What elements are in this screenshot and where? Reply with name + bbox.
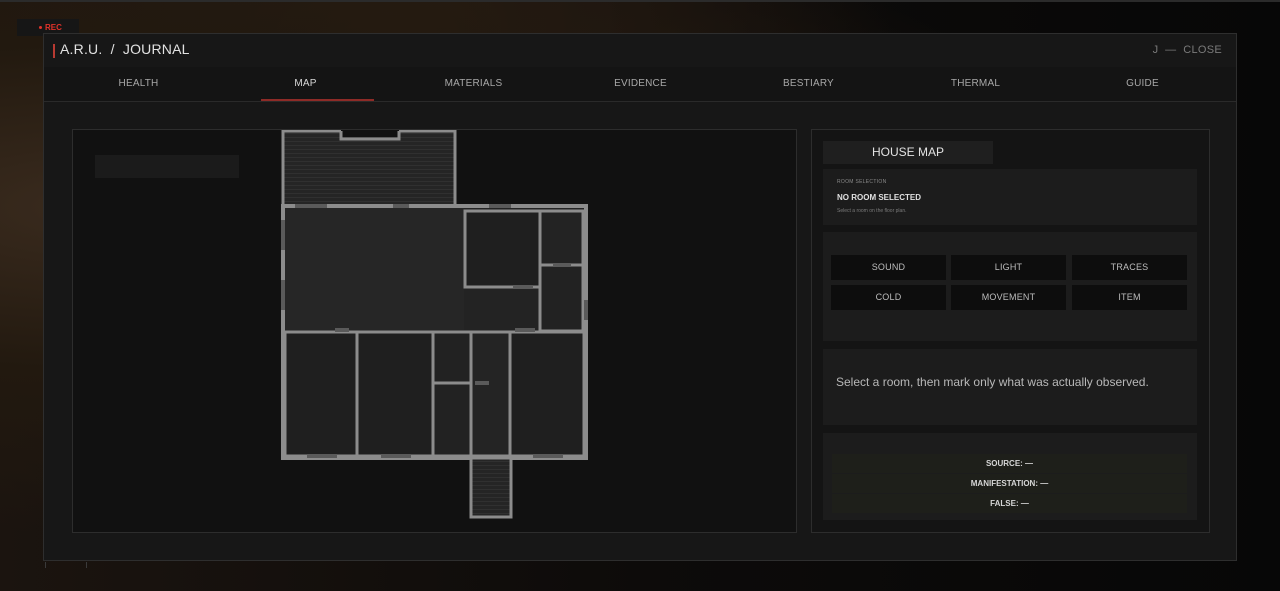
observation-light-button[interactable]: LIGHT xyxy=(951,255,1066,280)
header-accent-bar xyxy=(53,44,55,58)
room-selection-caption: ROOM SELECTION xyxy=(837,179,887,185)
room-living[interactable] xyxy=(285,208,464,330)
floor-plan-view xyxy=(72,129,797,533)
room-closet[interactable] xyxy=(431,330,473,385)
room-hallway[interactable] xyxy=(469,330,512,458)
journal-header: A.R.U. / JOURNAL J — CLOSE xyxy=(44,34,1236,68)
observation-movement-button[interactable]: MOVEMENT xyxy=(951,285,1066,310)
instruction-text: Select a room, then mark only what was a… xyxy=(836,375,1149,389)
observation-item-button[interactable]: ITEM xyxy=(1072,285,1187,310)
tab-bestiary[interactable]: BESTIARY xyxy=(725,67,892,101)
tab-map[interactable]: MAP xyxy=(222,67,389,101)
observation-grid: SOUND LIGHT TRACES COLD MOVEMENT ITEM xyxy=(823,232,1197,341)
tab-health[interactable]: HEALTH xyxy=(55,67,222,101)
summary-manifestation: MANIFESTATION: — xyxy=(832,474,1187,493)
record-dot-icon xyxy=(39,26,42,29)
close-button[interactable]: J — CLOSE xyxy=(1153,44,1222,56)
journal-title: A.R.U. / JOURNAL xyxy=(60,41,190,57)
panel-corner-bracket xyxy=(45,562,87,568)
room-bedroom-1[interactable] xyxy=(283,330,359,458)
top-border xyxy=(0,0,1280,2)
journal-panel: A.R.U. / JOURNAL J — CLOSE HEALTH MAP MA… xyxy=(43,33,1237,561)
floor-plan xyxy=(281,130,588,519)
tab-evidence[interactable]: EVIDENCE xyxy=(557,67,724,101)
room-north-porch[interactable] xyxy=(281,130,457,208)
room-kitchen[interactable] xyxy=(463,209,542,289)
house-map-sidebar: HOUSE MAP ROOM SELECTION NO ROOM SELECTE… xyxy=(811,129,1210,533)
instruction-card: Select a room, then mark only what was a… xyxy=(823,349,1197,425)
summary-false: FALSE: — xyxy=(832,494,1187,513)
observation-sound-button[interactable]: SOUND xyxy=(831,255,946,280)
room-south-steps[interactable] xyxy=(469,456,513,519)
summary-source: SOURCE: — xyxy=(832,454,1187,473)
tab-materials[interactable]: MATERIALS xyxy=(390,67,557,101)
room-selection-card: ROOM SELECTION NO ROOM SELECTED Select a… xyxy=(823,169,1197,225)
room-laundry[interactable] xyxy=(538,263,585,333)
journal-tabs: HEALTH MAP MATERIALS EVIDENCE BESTIARY T… xyxy=(44,67,1236,102)
house-map-title: HOUSE MAP xyxy=(823,141,993,164)
room-bedroom-2[interactable] xyxy=(355,330,435,458)
room-bathroom[interactable] xyxy=(431,381,473,458)
summary-card: SOURCE: — MANIFESTATION: — FALSE: — xyxy=(823,433,1197,520)
observation-cold-button[interactable]: COLD xyxy=(831,285,946,310)
room-pantry[interactable] xyxy=(538,209,585,267)
observation-traces-button[interactable]: TRACES xyxy=(1072,255,1187,280)
room-selection-hint: Select a room on the floor plan. xyxy=(837,208,907,214)
room-selection-value: NO ROOM SELECTED xyxy=(837,193,922,202)
tab-thermal[interactable]: THERMAL xyxy=(892,67,1059,101)
tab-guide[interactable]: GUIDE xyxy=(1059,67,1226,101)
room-bedroom-3[interactable] xyxy=(508,330,586,458)
